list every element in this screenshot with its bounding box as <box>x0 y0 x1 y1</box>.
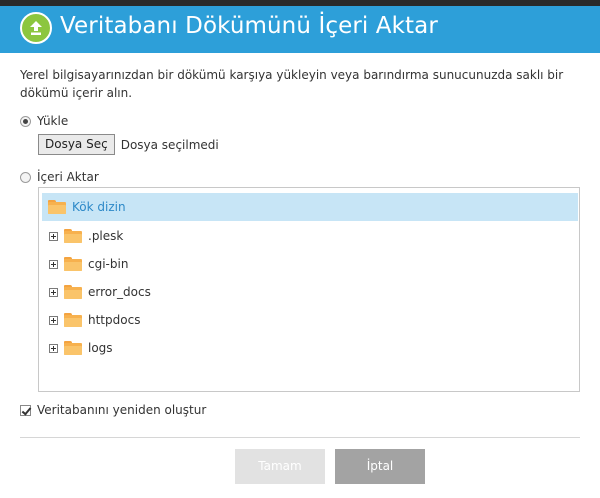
tree-item-label: .plesk <box>88 229 124 243</box>
folder-icon <box>64 257 82 271</box>
directory-tree[interactable]: Kök dizin .plesk cgi-bin error_docs http… <box>38 187 580 392</box>
tree-item-label: error_docs <box>88 285 151 299</box>
tree-item-label: httpdocs <box>88 313 141 327</box>
folder-icon <box>64 341 82 355</box>
tree-root-label: Kök dizin <box>72 200 126 214</box>
dialog-title: Veritabanı Dökümünü İçeri Aktar <box>60 13 438 39</box>
tree-item[interactable]: httpdocs <box>49 310 140 330</box>
upload-radio-label: Yükle <box>37 114 69 128</box>
file-status: Dosya seçilmedi <box>120 137 219 152</box>
import-radio[interactable] <box>20 171 31 183</box>
choose-file-button[interactable]: Dosya Seç <box>38 134 115 155</box>
upload-radio[interactable] <box>20 115 31 127</box>
cancel-button[interactable]: İptal <box>335 449 425 484</box>
folder-icon <box>64 285 82 299</box>
expand-icon[interactable] <box>49 287 58 297</box>
folder-icon <box>64 313 82 327</box>
divider <box>20 437 580 438</box>
tree-item[interactable]: .plesk <box>49 226 123 246</box>
expand-icon[interactable] <box>49 315 58 325</box>
folder-icon <box>48 200 66 214</box>
import-radio-row[interactable]: İçeri Aktar <box>20 169 99 185</box>
expand-icon[interactable] <box>49 343 58 353</box>
tree-item[interactable]: error_docs <box>49 282 151 302</box>
tree-root-item[interactable]: Kök dizin <box>42 193 578 221</box>
dialog-header: Veritabanı Dökümünü İçeri Aktar <box>0 0 600 53</box>
expand-icon[interactable] <box>49 231 58 241</box>
tree-item-label: logs <box>88 341 113 355</box>
recreate-checkbox-row[interactable]: Veritabanını yeniden oluştur <box>20 402 206 418</box>
expand-icon[interactable] <box>49 259 58 269</box>
dialog-description: Yerel bilgisayarınızdan bir dökümü karşı… <box>20 68 564 100</box>
tree-item-label: cgi-bin <box>88 257 129 271</box>
folder-icon <box>64 229 82 243</box>
recreate-checkbox[interactable] <box>20 404 31 416</box>
tree-item[interactable]: cgi-bin <box>49 254 128 274</box>
upload-radio-row[interactable]: Yükle <box>20 113 68 129</box>
import-radio-label: İçeri Aktar <box>37 170 99 184</box>
ok-button[interactable]: Tamam <box>235 449 325 484</box>
recreate-checkbox-label: Veritabanını yeniden oluştur <box>37 403 207 417</box>
file-picker: Dosya Seç Dosya seçilmedi <box>38 134 219 155</box>
upload-icon <box>20 12 52 44</box>
tree-item[interactable]: logs <box>49 338 113 358</box>
